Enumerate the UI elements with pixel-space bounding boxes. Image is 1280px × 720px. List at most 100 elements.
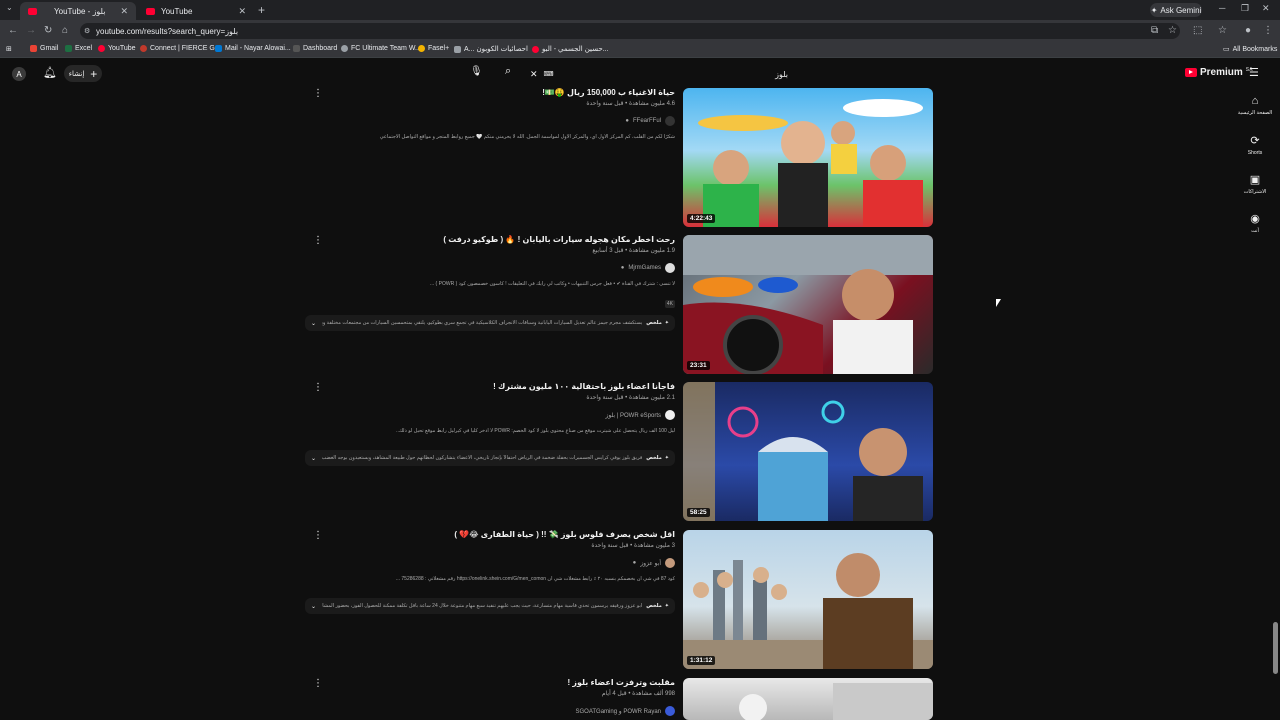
- maximize-icon[interactable]: ❐: [1241, 3, 1249, 14]
- reload-icon[interactable]: ↻: [44, 25, 52, 36]
- browser-tab[interactable]: YouTube ✕: [138, 2, 254, 20]
- bookmark-label: Gmail: [40, 45, 59, 52]
- nav-shorts[interactable]: ⟳ Shorts: [1232, 134, 1278, 172]
- more-options-icon[interactable]: ⋮: [313, 678, 323, 689]
- back-icon[interactable]: ←: [8, 25, 18, 36]
- video-meta: 2.1 مليون مشاهدة • قبل سنة واحدة: [586, 395, 675, 401]
- dashboard-icon: [293, 45, 300, 52]
- video-thumbnail[interactable]: 23:31: [683, 235, 933, 374]
- home-icon[interactable]: ⌂: [62, 25, 68, 36]
- voice-search-icon[interactable]: 🎙︎: [470, 66, 483, 77]
- keyboard-icon[interactable]: ⌨: [544, 70, 554, 78]
- avatar[interactable]: A: [12, 67, 26, 81]
- browser-tab-active[interactable]: YouTube - بلوز ✕: [20, 2, 136, 20]
- video-title[interactable]: اقل شخص يصرف فلوس بلوز 💸 !! ( حياة الطفا…: [305, 530, 675, 539]
- channel-name[interactable]: أبو عزوز: [640, 560, 661, 567]
- thumbnail-art: [698, 99, 923, 227]
- video-info: حياة الاغنياء ب 150,000 ريال 🤑💵! 4.6 ملي…: [305, 88, 675, 145]
- video-result[interactable]: 4:22:43 حياة الاغنياء ب 150,000 ريال 🤑💵!…: [305, 88, 933, 227]
- video-thumbnail[interactable]: 4:22:43: [683, 88, 933, 227]
- channel-row[interactable]: FFearFFul ●: [305, 116, 675, 126]
- more-options-icon[interactable]: ⋮: [313, 235, 323, 246]
- channel-name[interactable]: POWR Rayan و SGOATGaming: [576, 708, 662, 715]
- channel-name[interactable]: POWR eSports | بلوز: [605, 412, 661, 419]
- channel-row[interactable]: POWR Rayan و SGOATGaming: [305, 706, 675, 716]
- channel-name[interactable]: FFearFFul: [633, 118, 661, 124]
- chevron-down-icon[interactable]: ⌄: [311, 320, 316, 327]
- bookmark-excel[interactable]: Excel: [65, 45, 92, 52]
- close-tab-icon[interactable]: ✕: [238, 6, 246, 17]
- video-meta: 1.9 مليون مشاهدة • قبل 3 أسابيع: [592, 248, 675, 254]
- bookmark-fc[interactable]: FC Ultimate Team W...: [341, 45, 421, 52]
- channel-row[interactable]: MjrmGames ●: [305, 263, 675, 273]
- bookmark-star-icon[interactable]: ☆: [1168, 25, 1177, 36]
- video-result[interactable]: 1:31:12 اقل شخص يصرف فلوس بلوز 💸 !! ( حي…: [305, 530, 933, 669]
- notifications-bell-icon[interactable]: 🔔︎: [43, 66, 57, 79]
- chevron-down-icon[interactable]: ⌄: [311, 455, 316, 462]
- all-bookmarks[interactable]: ▭ All Bookmarks: [1223, 45, 1277, 54]
- video-thumbnail[interactable]: 58:25: [683, 382, 933, 521]
- profile-icon[interactable]: ●: [1245, 25, 1251, 36]
- video-thumbnail[interactable]: [683, 678, 933, 720]
- clear-search-icon[interactable]: ✕: [530, 69, 538, 80]
- close-window-icon[interactable]: ✕: [1262, 3, 1270, 14]
- create-button[interactable]: إنشاء +: [64, 65, 102, 82]
- youtube-premium-logo[interactable]: Premium SA: [1185, 67, 1253, 78]
- video-title[interactable]: مقلبت وترفزت اعضاء بلوز !: [305, 678, 675, 687]
- youtube-header: A 🔔︎ إنشاء + 🎙︎ ⌕ ✕ ⌨ بلوز Premium SA ☰: [0, 59, 1280, 89]
- nav-home[interactable]: ⌂ الصفحة الرئيسية: [1232, 95, 1278, 133]
- apps-icon[interactable]: ⊞: [6, 45, 12, 53]
- channel-name[interactable]: MjrmGames: [628, 265, 661, 271]
- forward-icon[interactable]: →: [26, 25, 36, 36]
- nav-subscriptions[interactable]: ▣ الاشتراكات: [1232, 173, 1278, 211]
- search-input[interactable]: ✕ ⌨ بلوز: [524, 63, 794, 85]
- more-options-icon[interactable]: ⋮: [313, 530, 323, 541]
- menu-icon[interactable]: ☰: [1249, 66, 1259, 79]
- bookmark-coupon[interactable]: A... احصائيات الكوبون: [454, 45, 528, 53]
- install-app-icon[interactable]: ⧉: [1151, 25, 1158, 36]
- video-info: اقل شخص يصرف فلوس بلوز 💸 !! ( حياة الطفا…: [305, 530, 675, 587]
- video-result[interactable]: 58:25 فاجأنا اعضاء بلوز باحتفالية ١٠٠ مل…: [305, 382, 933, 521]
- tab-search-icon[interactable]: ⌄: [6, 3, 13, 12]
- bookmark-gmail[interactable]: Gmail: [30, 45, 58, 52]
- ai-summary-bar[interactable]: ✦ ملخص فريق بلوز يوفي كرايس الجسميرات بح…: [305, 450, 675, 466]
- more-options-icon[interactable]: ⋮: [313, 382, 323, 393]
- bookmark-dashboard[interactable]: Dashboard: [293, 45, 337, 52]
- quality-badge: 4K: [664, 300, 675, 308]
- video-result[interactable]: 23:31 رحت اخطر مكان هجوله سيارات باليابا…: [305, 235, 933, 374]
- minimize-icon[interactable]: ─: [1219, 3, 1225, 13]
- bookmark-fasel[interactable]: Fasel+: [418, 45, 449, 52]
- ai-summary-bar[interactable]: ✦ ملخص أبو عزوز ورفيقه يرسمون تحدي قاسية…: [305, 598, 675, 614]
- verified-icon: ●: [632, 560, 637, 566]
- site-info-icon[interactable]: ⚙: [84, 27, 90, 35]
- address-bar[interactable]: ⚙ youtube.com/results?search_query=بلوز: [80, 23, 1180, 39]
- bookmark-youtube[interactable]: YouTube: [98, 45, 136, 52]
- ask-gemini-button[interactable]: ✦ Ask Gemini: [1150, 3, 1202, 17]
- search-icon[interactable]: ⌕: [505, 65, 511, 78]
- video-title[interactable]: فاجأنا اعضاء بلوز باحتفالية ١٠٠ مليون مش…: [305, 382, 675, 391]
- channel-row[interactable]: POWR eSports | بلوز: [305, 410, 675, 420]
- close-tab-icon[interactable]: ✕: [120, 6, 128, 17]
- tab-title: YouTube: [161, 6, 193, 16]
- video-thumbnail[interactable]: 1:31:12: [683, 530, 933, 669]
- extensions-icon[interactable]: ⬚: [1193, 25, 1202, 36]
- bookmarks-icon[interactable]: ☆: [1218, 25, 1227, 36]
- bookmark-label: Mail - Nayar Alowai...: [225, 45, 291, 52]
- more-menu-icon[interactable]: ⋮: [1263, 25, 1273, 36]
- page-scrollbar[interactable]: [1273, 622, 1278, 674]
- chevron-down-icon[interactable]: ⌄: [311, 603, 316, 610]
- channel-row[interactable]: أبو عزوز ●: [305, 558, 675, 568]
- excel-icon: [65, 45, 72, 52]
- video-result[interactable]: مقلبت وترفزت اعضاء بلوز ! 998 ألف مشاهدة…: [305, 678, 933, 720]
- video-title[interactable]: حياة الاغنياء ب 150,000 ريال 🤑💵!: [305, 88, 675, 97]
- video-title[interactable]: رحت اخطر مكان هجوله سيارات باليابان ! 🔥 …: [305, 235, 675, 244]
- more-options-icon[interactable]: ⋮: [313, 88, 323, 99]
- ai-summary-bar[interactable]: ✦ ملخص يستكشف مجرم جيمز عالم تعديل السيا…: [305, 315, 675, 331]
- nav-you[interactable]: ◉ أنت: [1232, 212, 1278, 250]
- bookmark-mail[interactable]: Mail - Nayar Alowai...: [215, 45, 291, 52]
- bookmark-song[interactable]: حسين الجسمي - البو...: [532, 45, 609, 53]
- bookmark-connect[interactable]: Connect | FIERCE G...: [140, 45, 221, 52]
- duration-badge: 23:31: [687, 361, 710, 370]
- new-tab-button[interactable]: +: [258, 3, 265, 17]
- channel-avatar: [665, 706, 675, 716]
